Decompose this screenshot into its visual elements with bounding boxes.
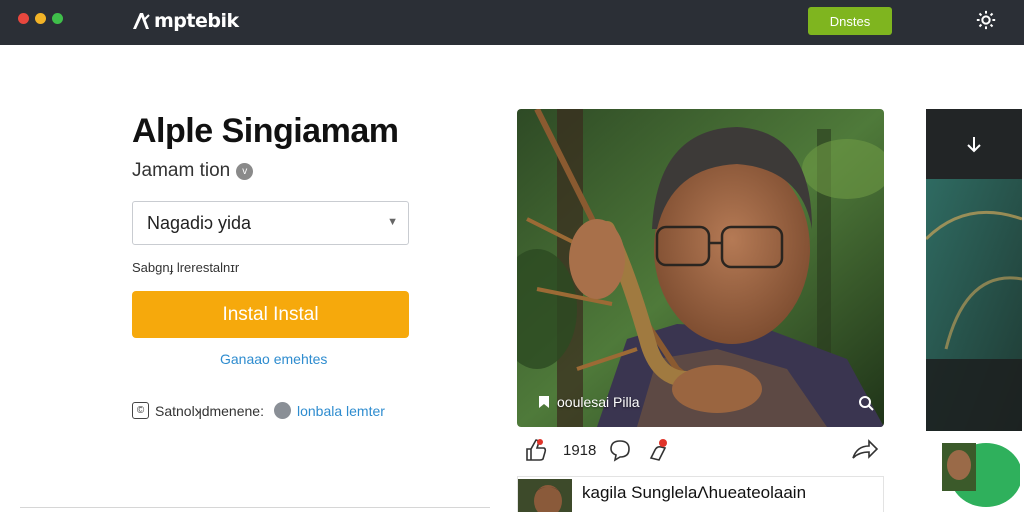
share-icon[interactable]: [851, 438, 879, 462]
install-button[interactable]: Instal Instal: [132, 291, 409, 338]
meta-label: Satnolʞdmenene:: [155, 402, 264, 419]
subtitle-row: Jamam tion v: [132, 160, 254, 182]
helper-text: Sabgnɟ lrerestalnɪr: [132, 260, 240, 275]
notification-icon[interactable]: [647, 438, 669, 462]
bookmark-icon[interactable]: [537, 395, 551, 409]
card-thumbnail: [518, 479, 572, 512]
like-count: 1918: [563, 441, 597, 459]
chevron-down-icon: ▼: [387, 216, 398, 228]
author-link[interactable]: lonbala lemter: [297, 403, 385, 419]
window-minimize-icon[interactable]: [35, 13, 46, 24]
top-bar: mptebik Dnstes: [0, 0, 1024, 45]
page-title: Alple Singiamam: [132, 112, 399, 150]
brand-name: mptebik: [154, 10, 239, 32]
gear-icon[interactable]: [975, 9, 997, 31]
divider: [20, 507, 490, 508]
search-icon[interactable]: [858, 395, 874, 411]
window-maximize-icon[interactable]: [52, 13, 63, 24]
verified-badge-icon: v: [236, 162, 254, 180]
meta-row: © Satnolʞdmenene: lonbala lemter: [132, 402, 385, 419]
author-avatar[interactable]: [273, 402, 291, 419]
brand[interactable]: mptebik: [131, 9, 239, 33]
caption-text: ooulesai Pilla: [557, 394, 640, 410]
download-icon[interactable]: [962, 133, 986, 157]
related-card[interactable]: kagila SunglelaΛhueateolaain: [517, 476, 884, 512]
main-photo[interactable]: [517, 109, 884, 427]
photo-caption: ooulesai Pilla: [537, 394, 640, 410]
video-duration: L3:20: [960, 512, 993, 527]
top-action-button[interactable]: Dnstes: [808, 7, 892, 35]
side-video-panel[interactable]: L3:20: [926, 109, 1022, 527]
card-title: kagila SunglelaΛhueateolaain: [582, 483, 807, 502]
subtitle: Jamam tion: [132, 160, 231, 181]
comment-icon[interactable]: [609, 438, 631, 462]
secondary-link[interactable]: Ganaao emehtes: [220, 351, 327, 367]
side-thumbnail[interactable]: [928, 437, 1020, 507]
copyright-icon: ©: [132, 402, 149, 419]
select-value: Nagadiɔ yida: [147, 212, 252, 233]
brand-logo-icon: [133, 13, 150, 29]
like-icon[interactable]: [525, 438, 547, 462]
option-select[interactable]: Nagadiɔ yida ▼: [132, 201, 409, 245]
window-close-icon[interactable]: [18, 13, 29, 24]
action-row: 1918: [525, 438, 885, 464]
